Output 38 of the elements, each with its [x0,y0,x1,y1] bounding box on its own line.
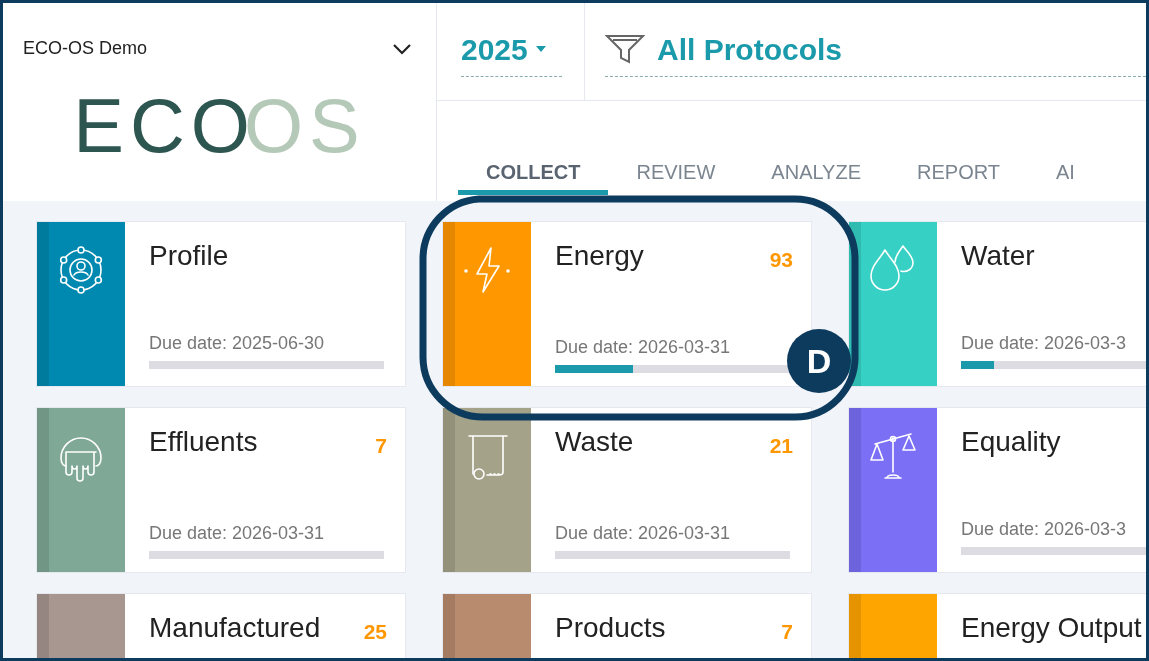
nav-tab[interactable]: AI [1028,157,1103,195]
category-card[interactable]: Products 7 [442,593,812,658]
due-date: Due date: 2026-03-3 [961,332,1128,355]
logo: ECOOS [73,96,366,156]
nav-tab[interactable]: REPORT [889,157,1028,195]
count-label: 7 [781,619,793,645]
category-title: Products [555,612,666,644]
count-label: 93 [769,247,793,273]
category-title: Energy Output [961,612,1142,644]
count-label: 21 [769,433,793,459]
count-label: 7 [375,433,387,459]
category-card[interactable]: Waste 21 Due date: 2026-03-31 [442,407,812,573]
chevron-down-icon [392,42,412,55]
nav-tab[interactable]: ANALYZE [743,157,889,195]
category-title: Energy [555,240,644,272]
due-date: Due date: 2026-03-3 [961,518,1128,541]
category-title: Equality [961,426,1061,458]
category-title: Manufactured [149,612,321,644]
category-card[interactable]: Energy Output [848,593,1146,658]
category-card[interactable]: Manufactured 25 [36,593,406,658]
category-title: Waste [555,426,634,458]
organization-dropdown[interactable]: ECO-OS Demo [3,35,436,62]
category-title: Water [961,240,1035,272]
category-title: Effluents [149,426,258,458]
category-card[interactable]: Effluents 7 Due date: 2026-03-31 [36,407,406,573]
caret-icon [535,46,546,52]
nav-tab[interactable]: REVIEW [608,157,744,195]
count-label: 25 [363,619,387,645]
nav-tab[interactable]: COLLECT [458,157,609,195]
due-date: Due date: 2026-03-31 [149,521,326,545]
category-title: Profile [149,240,229,272]
category-card[interactable]: Water Due date: 2026-03-3 [848,221,1146,387]
filter-icon [605,33,645,65]
category-card[interactable]: Profile Due date: 2025-06-30 [36,221,406,387]
due-date: Due date: 2026-03-31 [555,335,732,359]
due-date: Due date: 2026-03-31 [555,521,732,545]
due-date: Due date: 2025-06-30 [149,332,326,355]
category-card[interactable]: Equality Due date: 2026-03-3 [848,407,1146,573]
